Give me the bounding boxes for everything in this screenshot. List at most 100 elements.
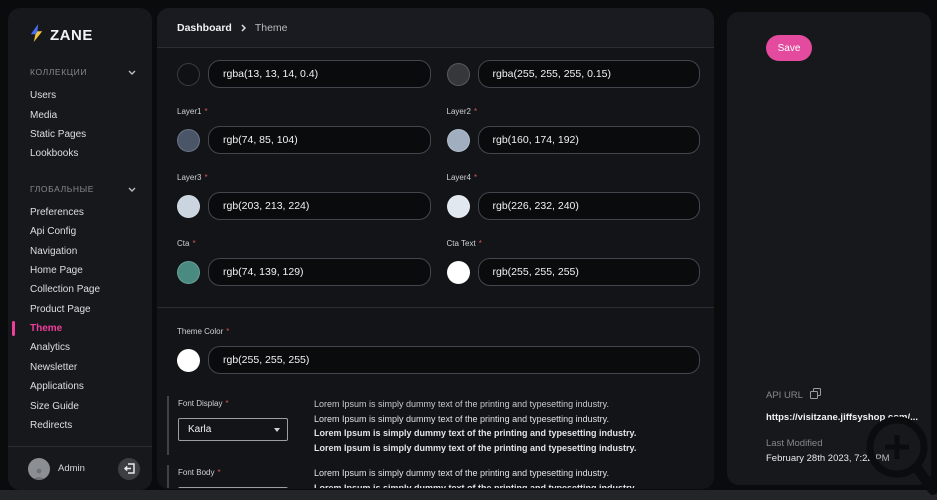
sidebar-item-api-config[interactable]: Api Config xyxy=(8,222,152,241)
sidebar-item-static-pages[interactable]: Static Pages xyxy=(8,125,152,144)
field-label: Layer1 * xyxy=(177,107,208,116)
field-label xyxy=(177,48,431,53)
user-row: Admin xyxy=(8,446,152,490)
sidebar-item-navigation[interactable]: Navigation xyxy=(8,241,152,260)
last-modified-label: Last Modified xyxy=(766,438,823,449)
color-swatch[interactable] xyxy=(446,62,470,86)
color-value-input[interactable] xyxy=(208,126,431,154)
sidebar-item-theme[interactable]: Theme xyxy=(8,319,152,338)
required-asterisk: * xyxy=(204,107,208,116)
sidebar-section-collections[interactable]: КОЛЛЕКЦИИ xyxy=(30,67,136,77)
api-url-value[interactable]: https://visitzane.jiffsyshop.com/... xyxy=(766,412,918,423)
color-value-input[interactable] xyxy=(208,258,431,286)
brand-logo: ZANE xyxy=(8,8,152,47)
api-info: API URL https://visitzane.jiffsyshop.com… xyxy=(766,386,918,464)
required-asterisk: * xyxy=(473,107,478,116)
sidebar-item-label: Media xyxy=(30,109,58,121)
color-swatch[interactable] xyxy=(446,194,470,218)
logout-icon xyxy=(123,463,135,474)
logout-button[interactable] xyxy=(118,457,140,480)
color-value-input[interactable] xyxy=(477,258,700,286)
breadcrumb-dashboard[interactable]: Dashboard xyxy=(177,22,232,34)
save-button[interactable]: Save xyxy=(766,35,812,61)
color-swatch[interactable] xyxy=(177,348,200,372)
field-label xyxy=(447,48,701,53)
color-field-layer2: Layer2 * xyxy=(446,88,700,154)
color-value-input[interactable] xyxy=(477,60,700,88)
required-asterisk: * xyxy=(204,173,208,182)
color-value-input[interactable] xyxy=(477,126,700,154)
color-value-input[interactable] xyxy=(208,346,700,374)
color-swatch[interactable] xyxy=(446,260,470,284)
preview-line: Lorem Ipsum is simply dummy text of the … xyxy=(314,428,637,438)
sidebar-item-label: Home Page xyxy=(30,264,83,276)
chevron-down-icon xyxy=(128,184,136,194)
required-asterisk: * xyxy=(217,468,221,477)
sidebar-item-label: Applications xyxy=(30,381,84,393)
field-label: Font Body * xyxy=(178,468,221,477)
font-body-select[interactable]: Montserrat xyxy=(178,487,288,488)
preview-line: Lorem Ipsum is simply dummy text of the … xyxy=(314,468,609,478)
form-scroll-area[interactable]: Layer1* Layer2* Layer3* xyxy=(157,48,714,488)
sidebar-item-label: Collection Page xyxy=(30,284,101,296)
sidebar-item-label: Product Page xyxy=(30,303,91,315)
font-body-preview: Lorem Ipsum is simply dummy text of the … xyxy=(314,465,700,488)
color-value-input[interactable] xyxy=(477,192,700,220)
sidebar-item-applications[interactable]: Applications xyxy=(8,377,152,396)
user-name: Admin xyxy=(58,463,85,474)
sidebar-item-product-page[interactable]: Product Page xyxy=(8,300,152,319)
meta-panel: Save API URL https://visitzane.jiffsysho… xyxy=(727,12,931,485)
sidebar-item-users[interactable]: Users xyxy=(8,86,152,105)
sidebar-item-preferences[interactable]: Preferences xyxy=(8,203,152,222)
color-swatch[interactable] xyxy=(177,128,200,152)
sidebar-item-collection-page[interactable]: Collection Page xyxy=(8,280,152,299)
sidebar-item-label: Analytics xyxy=(30,342,71,354)
color-value-input[interactable] xyxy=(208,60,431,88)
color-field xyxy=(177,48,431,88)
field-label: Cta Text * xyxy=(446,239,482,248)
caret-down-icon xyxy=(274,427,280,432)
color-field-theme-color: Theme Color * xyxy=(177,327,700,374)
font-display-preview: Lorem Ipsum is simply dummy text of the … xyxy=(314,396,700,455)
color-value-input[interactable] xyxy=(208,192,431,220)
field-label: Layer2 * xyxy=(446,107,478,116)
sidebar-item-label: Preferences xyxy=(30,206,84,218)
color-swatch[interactable] xyxy=(177,62,200,86)
color-field-layer4: Layer4 * xyxy=(446,154,700,220)
api-url-label: API URL xyxy=(766,389,803,401)
color-swatch[interactable] xyxy=(177,260,200,284)
section-label: ГЛОБАЛЬНЫЕ xyxy=(30,183,95,194)
sidebar-item-label: Users xyxy=(30,90,57,102)
avatar xyxy=(28,457,50,480)
sidebar-item-redirects[interactable]: Redirects xyxy=(8,416,152,435)
font-display-select[interactable]: Karla xyxy=(178,418,288,441)
sidebar-item-size-guide[interactable]: Size Guide xyxy=(8,396,152,415)
sidebar-item-analytics[interactable]: Analytics xyxy=(8,338,152,357)
sidebar: ZANE КОЛЛЕКЦИИ Users Media Static Pages … xyxy=(8,8,152,490)
sidebar-item-newsletter[interactable]: Newsletter xyxy=(8,358,152,377)
preview-line: Lorem Ipsum is simply dummy text of the … xyxy=(314,442,637,453)
sidebar-item-media[interactable]: Media xyxy=(8,105,152,124)
theme-form: Layer1* Layer2* Layer3* xyxy=(157,48,714,488)
sidebar-item-label: Theme xyxy=(30,323,63,335)
color-swatch[interactable] xyxy=(177,194,200,218)
font-display-group: Font Display * Karla Lorem Ipsum is simpl… xyxy=(167,396,700,455)
sidebar-item-label: Redirects xyxy=(30,420,73,432)
copy-icon[interactable] xyxy=(809,386,821,404)
bottom-strip xyxy=(0,490,937,500)
required-asterisk: * xyxy=(192,239,196,248)
sidebar-section-globals[interactable]: ГЛОБАЛЬНЫЕ xyxy=(30,184,136,194)
section-divider xyxy=(157,307,714,308)
color-swatch[interactable] xyxy=(446,128,470,152)
color-field-layer3: Layer3 * xyxy=(177,154,431,220)
breadcrumb-chevron-icon xyxy=(241,19,246,37)
sidebar-item-home-page[interactable]: Home Page xyxy=(8,261,152,280)
sidebar-item-label: Navigation xyxy=(30,245,78,257)
color-field-layer1: Layer1 * xyxy=(177,88,431,154)
last-modified-value: February 28th 2023, 7:22 PM xyxy=(766,453,890,464)
field-label: Cta * xyxy=(177,239,196,248)
required-asterisk: * xyxy=(473,173,478,182)
brand-name: ZANE xyxy=(50,27,93,44)
sidebar-item-lookbooks[interactable]: Lookbooks xyxy=(8,144,152,163)
breadcrumb: Dashboard Theme xyxy=(157,8,714,48)
